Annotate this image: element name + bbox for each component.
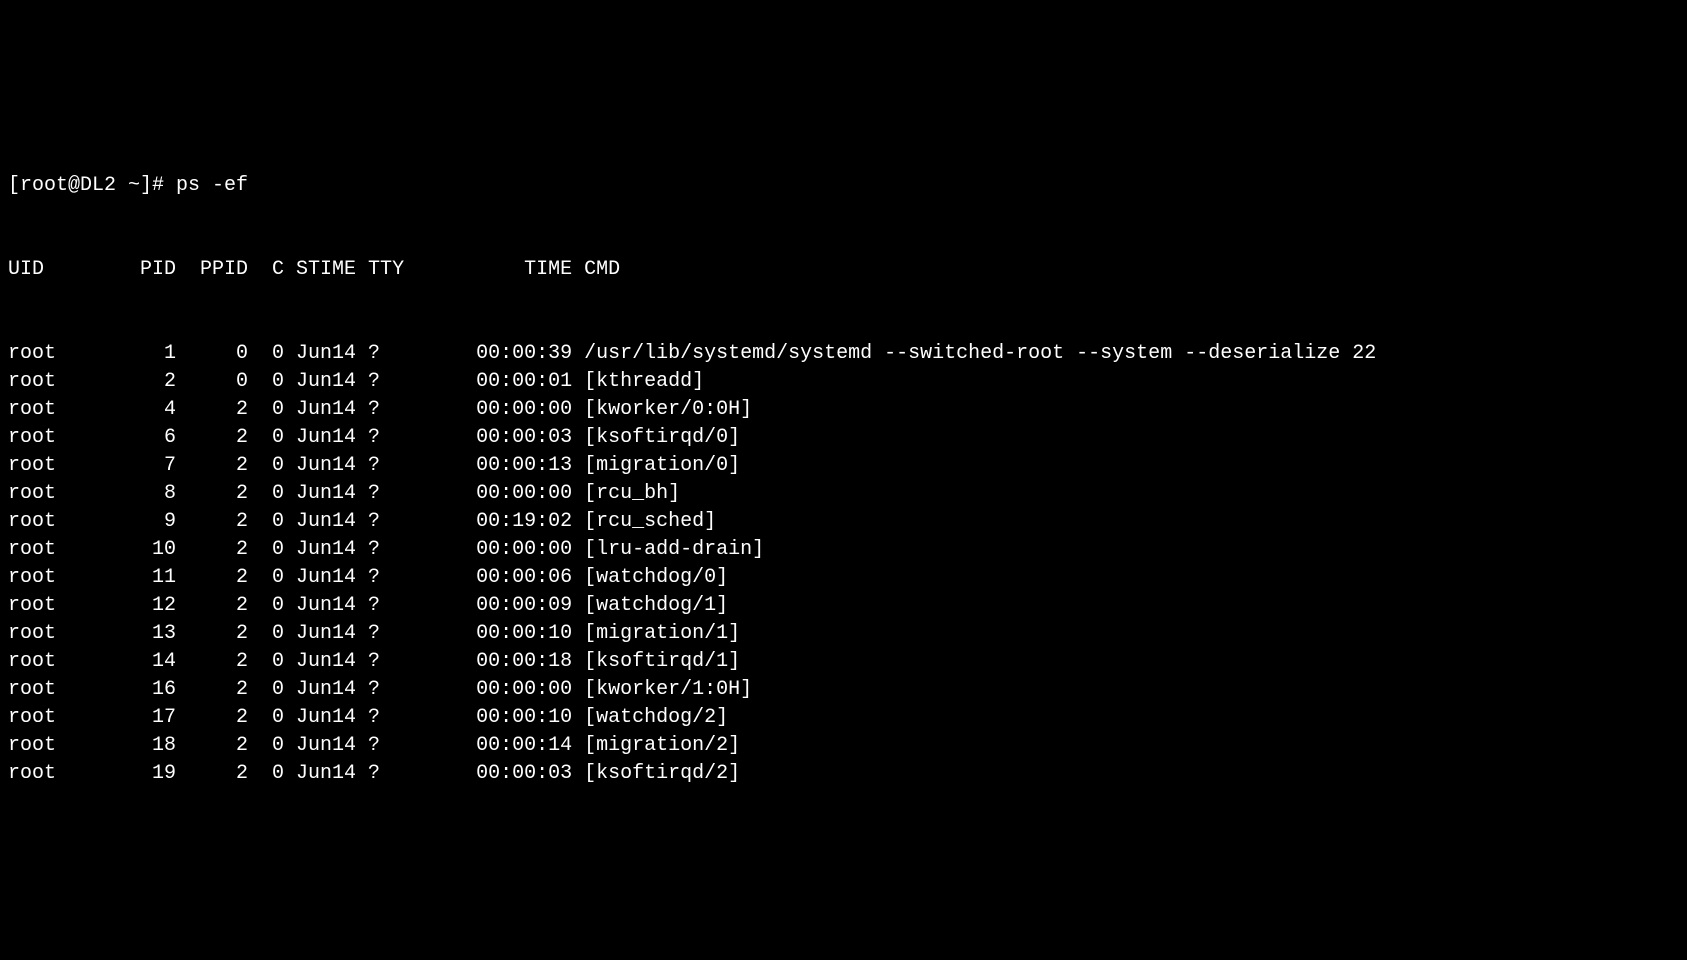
terminal-output[interactable]: [root@DL2 ~]# ps -ef UID PID PPID C STIM…: [8, 116, 1679, 816]
process-row: root 17 2 0 Jun14 ? 00:00:10 [watchdog/2…: [8, 704, 1679, 732]
process-row: root 11 2 0 Jun14 ? 00:00:06 [watchdog/0…: [8, 564, 1679, 592]
process-row: root 8 2 0 Jun14 ? 00:00:00 [rcu_bh]: [8, 480, 1679, 508]
process-row: root 18 2 0 Jun14 ? 00:00:14 [migration/…: [8, 732, 1679, 760]
process-row: root 7 2 0 Jun14 ? 00:00:13 [migration/0…: [8, 452, 1679, 480]
process-row: root 16 2 0 Jun14 ? 00:00:00 [kworker/1:…: [8, 676, 1679, 704]
process-row: root 10 2 0 Jun14 ? 00:00:00 [lru-add-dr…: [8, 536, 1679, 564]
process-row: root 12 2 0 Jun14 ? 00:00:09 [watchdog/1…: [8, 592, 1679, 620]
process-row: root 4 2 0 Jun14 ? 00:00:00 [kworker/0:0…: [8, 396, 1679, 424]
process-row: root 14 2 0 Jun14 ? 00:00:18 [ksoftirqd/…: [8, 648, 1679, 676]
process-row: root 19 2 0 Jun14 ? 00:00:03 [ksoftirqd/…: [8, 760, 1679, 788]
process-row: root 6 2 0 Jun14 ? 00:00:03 [ksoftirqd/0…: [8, 424, 1679, 452]
process-row: root 9 2 0 Jun14 ? 00:19:02 [rcu_sched]: [8, 508, 1679, 536]
process-list: root 1 0 0 Jun14 ? 00:00:39 /usr/lib/sys…: [8, 340, 1679, 788]
process-row: root 1 0 0 Jun14 ? 00:00:39 /usr/lib/sys…: [8, 340, 1679, 368]
process-row: root 2 0 0 Jun14 ? 00:00:01 [kthreadd]: [8, 368, 1679, 396]
command-prompt: [root@DL2 ~]# ps -ef: [8, 172, 1679, 200]
process-row: root 13 2 0 Jun14 ? 00:00:10 [migration/…: [8, 620, 1679, 648]
ps-header: UID PID PPID C STIME TTY TIME CMD: [8, 256, 1679, 284]
